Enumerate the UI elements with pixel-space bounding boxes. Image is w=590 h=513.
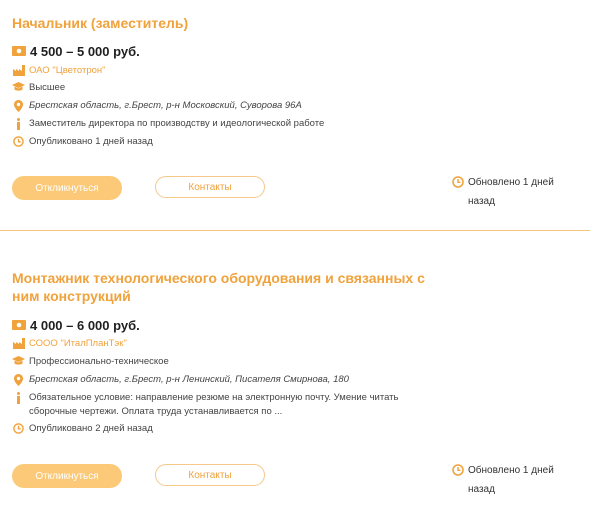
graduation-cap-icon	[12, 81, 25, 92]
salary-text: 4 000 – 6 000 руб.	[30, 317, 140, 333]
info-icon	[12, 117, 25, 130]
graduation-cap-icon	[12, 355, 25, 366]
published-text: Опубликовано 1 дней назад	[29, 136, 153, 147]
education-text: Профессионально-техническое	[29, 356, 169, 367]
salary: 4 000 – 6 000 руб.	[12, 317, 140, 333]
published-row: Опубликовано 1 дней назад	[12, 135, 432, 149]
company-row: ОАО "Цветотрон"	[12, 64, 432, 78]
clock-icon	[12, 135, 25, 147]
location-pin-icon	[12, 99, 25, 112]
vacancy-title[interactable]: Монтажник технологического оборудования …	[12, 269, 432, 305]
education-text: Высшее	[29, 82, 66, 93]
published-text: Опубликовано 2 дней назад	[29, 423, 153, 434]
apply-button[interactable]: Откликнуться	[12, 176, 122, 200]
info-row: Заместитель директора по производству и …	[12, 117, 432, 131]
education-row: Высшее	[12, 81, 432, 95]
info-row: Обязательное условие: направление резюме…	[12, 391, 412, 419]
company-link[interactable]: ОАО "Цветотрон"	[29, 64, 432, 78]
address-text: Брестская область, г.Брест, р-н Московск…	[29, 100, 302, 111]
apply-button[interactable]: Откликнуться	[12, 464, 122, 488]
clock-icon	[452, 173, 464, 188]
vacancy-card: Начальник (заместитель) 4 500 – 5 000 ру…	[0, 0, 590, 230]
location-pin-icon	[12, 373, 25, 386]
address-row: Брестская область, г.Брест, р-н Ленински…	[12, 373, 432, 387]
updated-info: Обновлено 1 дней назад	[452, 173, 568, 211]
factory-icon	[12, 64, 25, 76]
clock-icon	[12, 422, 25, 434]
info-text: Заместитель директора по производству и …	[29, 118, 325, 129]
factory-icon	[12, 337, 25, 349]
published-row: Опубликовано 2 дней назад	[12, 422, 432, 436]
money-icon	[12, 320, 26, 330]
education-row: Профессионально-техническое	[12, 355, 432, 369]
company-row: СООО "ИталПланТэк"	[12, 337, 432, 351]
updated-text: Обновлено 1 дней назад	[468, 465, 554, 495]
money-icon	[12, 46, 26, 56]
clock-icon	[452, 461, 464, 476]
address-text: Брестская область, г.Брест, р-н Ленински…	[29, 374, 349, 385]
company-link[interactable]: СООО "ИталПланТэк"	[29, 337, 432, 351]
info-icon	[12, 391, 25, 404]
salary-text: 4 500 – 5 000 руб.	[30, 43, 140, 59]
vacancy-card: Монтажник технологического оборудования …	[0, 231, 590, 513]
contacts-button[interactable]: Контакты	[155, 464, 265, 486]
address-row: Брестская область, г.Брест, р-н Московск…	[12, 99, 432, 113]
info-text: Обязательное условие: направление резюме…	[29, 392, 399, 417]
vacancy-title[interactable]: Начальник (заместитель)	[12, 14, 188, 32]
updated-info: Обновлено 1 дней назад	[452, 461, 568, 499]
updated-text: Обновлено 1 дней назад	[468, 177, 554, 207]
salary: 4 500 – 5 000 руб.	[12, 43, 140, 59]
contacts-button[interactable]: Контакты	[155, 176, 265, 198]
